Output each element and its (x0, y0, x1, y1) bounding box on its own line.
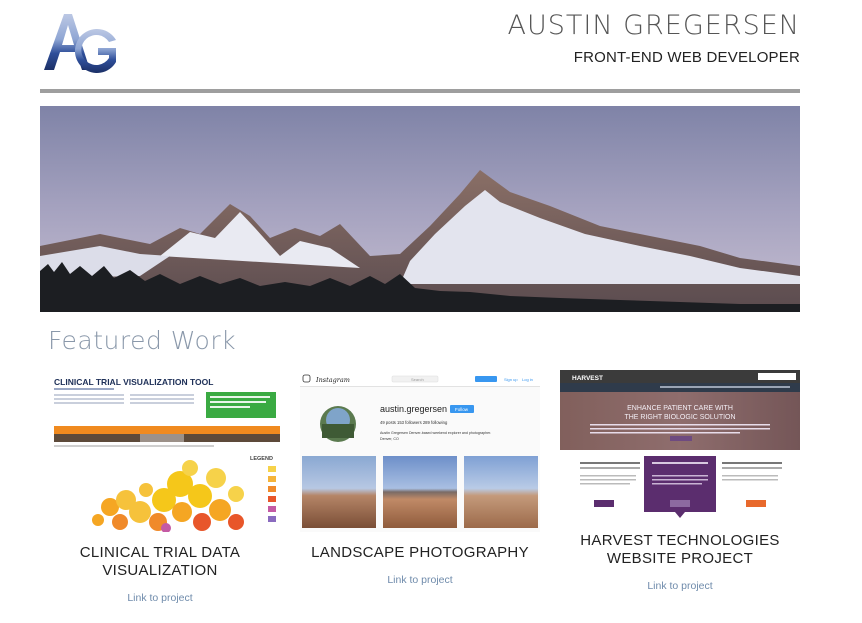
project-card-harvest: HARVEST ENHANCE PATIENT CARE WITH THE RI… (560, 370, 800, 594)
harvest-headline-2: THE RIGHT BIOLOGIC SOLUTION (624, 414, 735, 421)
ig-signup: Sign up (504, 377, 518, 382)
clinical-thumb-title: CLINICAL TRIAL VISUALIZATION TOOL (54, 377, 213, 387)
header-divider (40, 89, 800, 93)
photography-project-title: LANDSCAPE PHOTOGRAPHY (311, 544, 529, 561)
ig-username: austin.gregersen (380, 404, 447, 414)
harvest-project-title: HARVEST TECHNOLOGIES WEBSITE PROJECT (580, 532, 780, 567)
photography-project-link[interactable]: Link to project (387, 574, 452, 586)
clinical-thumbnail[interactable]: CLINICAL TRIAL VISUALIZATION TOOL LEGEND (40, 372, 280, 532)
project-card-photography: Instagram Search Sign up Log in austin.g… (300, 372, 540, 588)
harvest-project-link[interactable]: Link to project (647, 580, 712, 592)
ig-bio: Austin Gregersen Denver-based weekend ex… (380, 431, 491, 435)
ig-stats: 49 posts 153 followers 289 following (380, 420, 448, 425)
site-owner-name: AUSTIN GREGERSEN (507, 10, 800, 41)
featured-work-heading: Featured Work (48, 326, 237, 355)
ig-brand: Instagram (315, 376, 350, 384)
clinical-project-link[interactable]: Link to project (127, 592, 192, 604)
ig-follow: Follow (455, 407, 469, 412)
ag-logo[interactable] (40, 10, 120, 74)
clinical-project-title: CLINICAL TRIAL DATA VISUALIZATION (79, 544, 241, 579)
harvest-thumbnail[interactable]: HARVEST ENHANCE PATIENT CARE WITH THE RI… (560, 370, 800, 520)
project-card-clinical: CLINICAL TRIAL VISUALIZATION TOOL LEGEND (40, 372, 280, 606)
harvest-headline-1: ENHANCE PATIENT CARE WITH (627, 405, 733, 412)
ig-login: Log in (522, 377, 533, 382)
ig-search: Search (411, 377, 424, 382)
harvest-brand: HARVEST (572, 375, 603, 382)
photography-thumbnail[interactable]: Instagram Search Sign up Log in austin.g… (300, 372, 540, 532)
clinical-thumb-legend: LEGEND (250, 456, 273, 462)
ig-location: Denver, CO (380, 437, 399, 441)
hero-mountain-image (40, 106, 800, 312)
site-owner-role: FRONT-END WEB DEVELOPER (573, 49, 800, 66)
